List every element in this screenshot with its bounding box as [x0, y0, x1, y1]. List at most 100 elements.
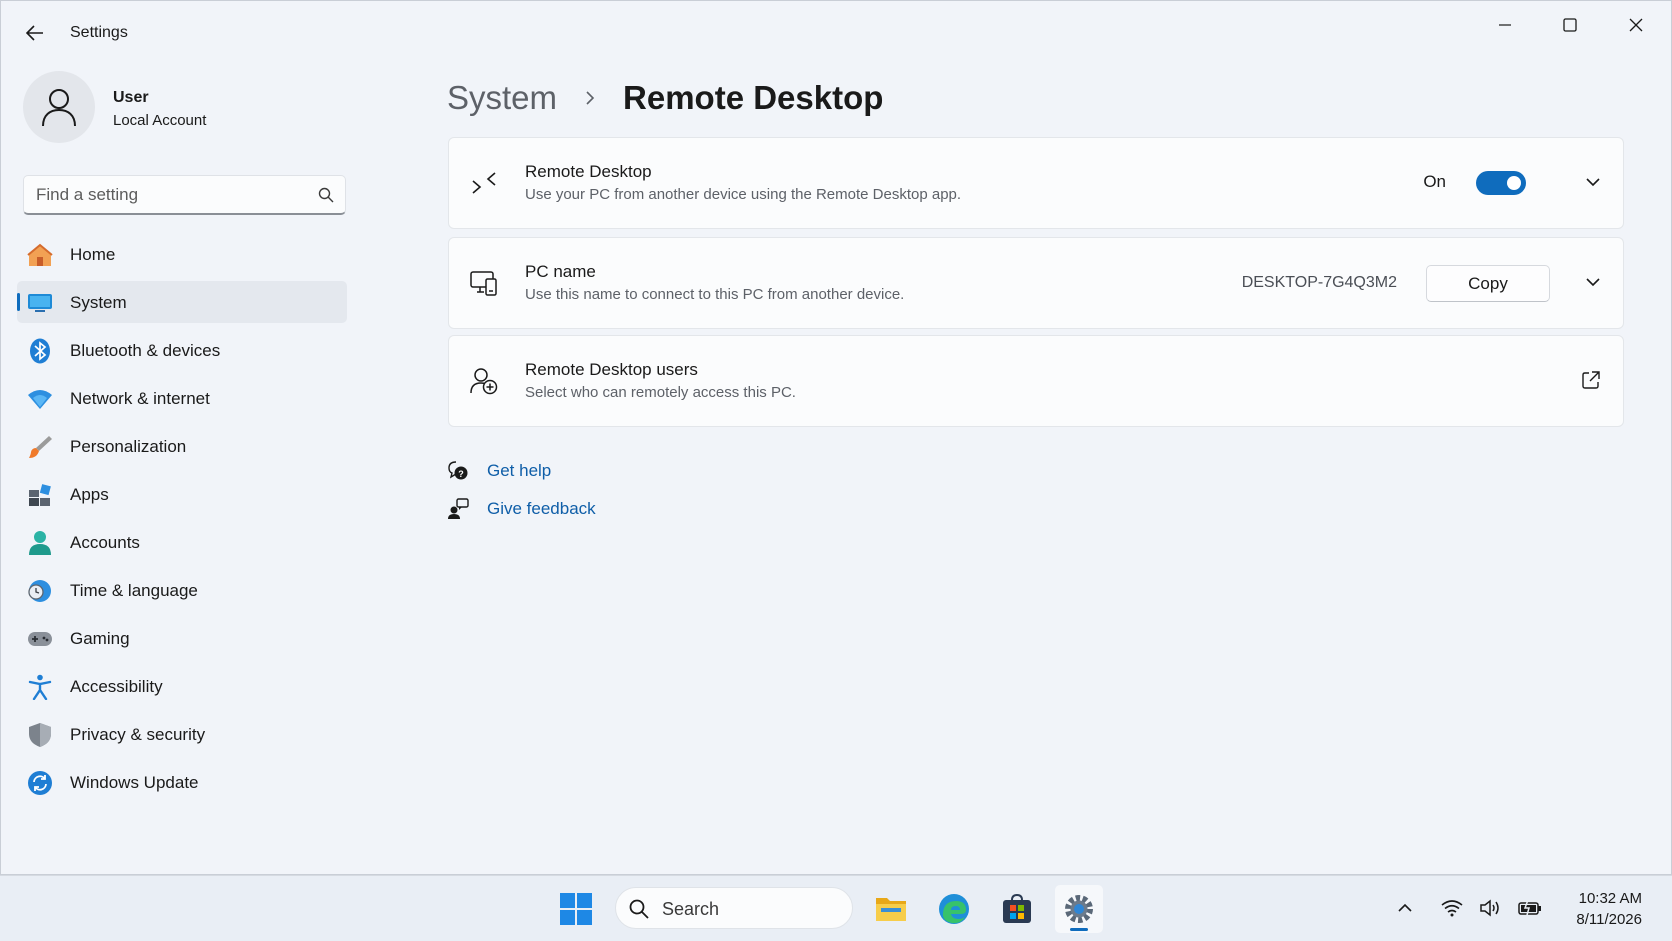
sidebar-item-accessibility[interactable]: Accessibility — [17, 665, 347, 707]
network-tray-button[interactable] — [1440, 896, 1464, 920]
remote-desktop-card[interactable]: Remote Desktop Use your PC from another … — [448, 137, 1624, 229]
sidebar-item-label: Home — [70, 245, 116, 264]
chevron-right-icon — [586, 91, 595, 105]
battery-tray-button[interactable] — [1518, 896, 1542, 920]
search-icon — [629, 899, 649, 919]
sidebar-item-windows-update[interactable]: Windows Update — [17, 761, 347, 803]
sidebar-item-privacy[interactable]: Privacy & security — [17, 713, 347, 755]
account-type: Local Account — [113, 112, 207, 129]
sidebar-nav: Home System Bluetooth & devices Network … — [17, 233, 347, 809]
close-icon — [1629, 18, 1643, 32]
feedback-icon — [447, 498, 469, 520]
breadcrumb-parent[interactable]: System — [447, 79, 557, 117]
home-icon — [27, 242, 53, 268]
sidebar-item-system[interactable]: System — [17, 281, 347, 323]
folder-icon — [876, 898, 906, 921]
search-icon[interactable] — [317, 186, 335, 204]
sidebar-item-label: Network & internet — [70, 389, 210, 408]
sidebar-item-accounts[interactable]: Accounts — [17, 521, 347, 563]
pc-name-card[interactable]: PC name Use this name to connect to this… — [448, 237, 1624, 329]
sidebar-item-label: Apps — [70, 485, 109, 504]
copy-button[interactable]: Copy — [1426, 265, 1550, 302]
file-explorer-button[interactable] — [867, 885, 915, 933]
sidebar-item-label: Windows Update — [70, 773, 199, 792]
clock-date: 8/11/2026 — [1576, 911, 1642, 928]
get-help-link[interactable]: ? Get help — [447, 458, 551, 484]
svg-text:?: ? — [458, 469, 464, 479]
get-help-label: Get help — [487, 461, 552, 480]
breadcrumb: System Remote Desktop — [447, 75, 883, 121]
remote-desktop-icon — [469, 168, 499, 198]
gear-icon — [1065, 895, 1093, 923]
pc-name-value: DESKTOP-7G4Q3M2 — [1241, 274, 1397, 291]
page-title: Remote Desktop — [623, 79, 884, 116]
battery-icon — [1518, 900, 1541, 916]
app-title: Settings — [70, 24, 128, 41]
user-profile[interactable]: User Local Account — [23, 71, 383, 146]
sidebar-item-personalization[interactable]: Personalization — [17, 425, 347, 467]
wifi-icon — [27, 386, 53, 412]
minimize-icon — [1499, 24, 1511, 26]
sidebar-item-label: Gaming — [70, 629, 130, 648]
update-icon — [27, 770, 53, 796]
settings-taskbar-button[interactable] — [1055, 885, 1103, 933]
windows-logo-icon — [560, 893, 592, 925]
chevron-down-icon[interactable] — [1583, 172, 1603, 192]
apps-icon — [27, 482, 53, 508]
card-description: Use your PC from another device using th… — [525, 186, 962, 203]
system-icon — [27, 290, 53, 316]
brush-icon — [27, 434, 53, 460]
sidebar-item-apps[interactable]: Apps — [17, 473, 347, 515]
remote-desktop-users-card[interactable]: Remote Desktop users Select who can remo… — [448, 335, 1624, 427]
title-bar: Settings — [1, 1, 1671, 63]
give-feedback-label: Give feedback — [487, 499, 596, 518]
sidebar-item-label: Personalization — [70, 437, 187, 456]
sidebar-item-network[interactable]: Network & internet — [17, 377, 347, 419]
taskbar-search[interactable]: Search — [615, 887, 853, 929]
sidebar-item-label: Privacy & security — [70, 725, 206, 744]
taskbar: Search 10:32 AM 8/11/2026 — [0, 875, 1672, 941]
card-title: Remote Desktop — [525, 162, 652, 181]
sidebar-item-label: Accessibility — [70, 677, 163, 696]
sidebar-item-label: System — [70, 293, 127, 312]
edge-button[interactable] — [930, 885, 978, 933]
close-button[interactable] — [1613, 11, 1659, 39]
person-icon — [42, 89, 76, 127]
settings-search — [23, 175, 346, 215]
accounts-icon — [27, 530, 53, 556]
taskbar-search-label: Search — [662, 899, 720, 919]
sidebar-item-time-language[interactable]: Time & language — [17, 569, 347, 611]
card-title: PC name — [525, 262, 596, 281]
add-user-icon — [469, 366, 499, 396]
start-button[interactable] — [552, 885, 600, 933]
show-hidden-icons-button[interactable] — [1393, 896, 1417, 920]
volume-icon — [1480, 899, 1499, 917]
chevron-down-icon[interactable] — [1583, 272, 1603, 292]
system-clock[interactable]: 10:32 AM 8/11/2026 — [1576, 888, 1642, 930]
toggle-state-label: On — [1423, 172, 1446, 191]
pc-icon — [469, 268, 499, 298]
avatar — [23, 71, 95, 143]
settings-window: Settings User Local Account Home System — [0, 0, 1672, 875]
back-button[interactable] — [23, 21, 47, 45]
search-input[interactable] — [36, 184, 306, 206]
sidebar-item-bluetooth[interactable]: Bluetooth & devices — [17, 329, 347, 371]
give-feedback-link[interactable]: Give feedback — [447, 496, 596, 522]
sidebar-item-label: Time & language — [70, 581, 198, 600]
sidebar-item-label: Accounts — [70, 533, 140, 552]
maximize-button[interactable] — [1547, 11, 1593, 39]
card-description: Use this name to connect to this PC from… — [525, 286, 905, 303]
store-button[interactable] — [993, 885, 1041, 933]
toggle-knob — [1507, 176, 1521, 190]
sidebar-item-gaming[interactable]: Gaming — [17, 617, 347, 659]
shield-icon — [27, 722, 53, 748]
minimize-button[interactable] — [1482, 11, 1528, 39]
card-description: Select who can remotely access this PC. — [525, 384, 796, 401]
sidebar-item-home[interactable]: Home — [17, 233, 347, 275]
user-name: User — [113, 89, 149, 106]
globe-clock-icon — [27, 578, 53, 604]
volume-tray-button[interactable] — [1478, 896, 1502, 920]
external-link-icon[interactable] — [1581, 370, 1601, 390]
chevron-up-icon — [1398, 903, 1412, 912]
remote-desktop-toggle[interactable] — [1476, 171, 1526, 195]
